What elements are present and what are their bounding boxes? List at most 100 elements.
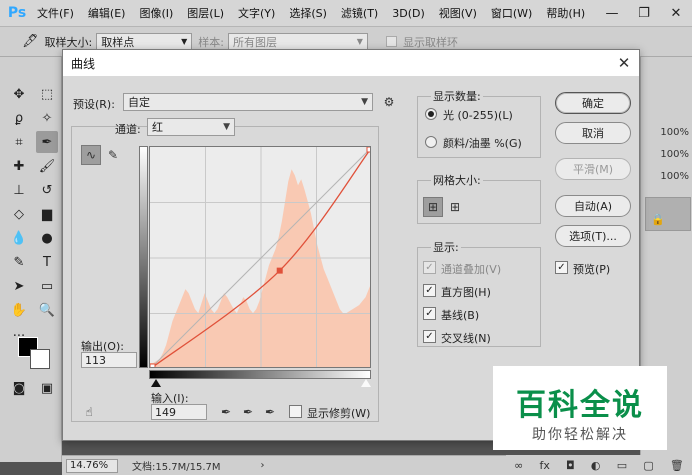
quick-mask-icon[interactable]: ◙: [8, 377, 30, 399]
chevron-down-icon: ▼: [223, 122, 230, 132]
eraser-tool-icon[interactable]: ◇: [8, 203, 30, 225]
menu-filter[interactable]: 滤镜(T): [334, 5, 385, 21]
flow-value[interactable]: 100%: [643, 167, 692, 185]
pigment-radio[interactable]: [425, 136, 437, 148]
menu-3d[interactable]: 3D(D): [385, 7, 432, 20]
screen-mode-icon[interactable]: ▣: [36, 377, 58, 399]
restore-button[interactable]: ❐: [628, 0, 660, 27]
channel-select[interactable]: 红 ▼: [147, 118, 235, 136]
menu-help[interactable]: 帮助(H): [539, 5, 592, 21]
gradient-tool-icon[interactable]: ▆: [36, 203, 58, 225]
curve-point[interactable]: [366, 147, 371, 153]
menu-type[interactable]: 文字(Y): [231, 5, 282, 21]
background-color-swatch[interactable]: [30, 349, 50, 369]
blur-tool-icon[interactable]: 💧: [8, 227, 30, 249]
menu-select[interactable]: 选择(S): [282, 5, 334, 21]
menu-image[interactable]: 图像(I): [132, 5, 180, 21]
pencil-draw-icon[interactable]: ✎: [103, 145, 123, 165]
simple-grid-icon[interactable]: ⊞: [423, 197, 443, 217]
cancel-button[interactable]: 取消: [555, 122, 631, 144]
smooth-button[interactable]: 平滑(M): [555, 158, 631, 180]
gray-eyedropper-icon[interactable]: ✒: [238, 402, 258, 422]
zoom-field[interactable]: 14.76%: [66, 458, 118, 473]
preset-label: 预设(R):: [73, 98, 115, 111]
menu-edit[interactable]: 编辑(E): [81, 5, 133, 21]
channel-label: 通道:: [115, 123, 141, 136]
black-point-slider[interactable]: [151, 379, 161, 387]
preset-options-gear-icon[interactable]: ⚙: [379, 92, 399, 112]
intersection-line-checkbox[interactable]: ✓: [423, 330, 436, 343]
sample-size-value: 取样点: [101, 35, 135, 49]
input-field[interactable]: 149: [151, 404, 207, 420]
menu-file[interactable]: 文件(F): [30, 5, 81, 21]
preset-select[interactable]: 自定 ▼: [123, 93, 373, 111]
black-eyedropper-icon[interactable]: ✒: [216, 402, 236, 422]
link-icon[interactable]: ∞: [514, 459, 523, 472]
white-eyedropper-icon[interactable]: ✒: [260, 402, 280, 422]
lasso-tool-icon[interactable]: ϼ: [8, 107, 30, 129]
new-layer-icon[interactable]: ▢: [643, 459, 653, 472]
window-controls: — ❐ ✕: [596, 0, 692, 27]
curve-point[interactable]: [150, 363, 156, 368]
preview-checkbox[interactable]: ✓: [555, 261, 568, 274]
curve-graph[interactable]: [149, 146, 371, 368]
on-image-adjust-hand-icon[interactable]: ☝: [79, 402, 99, 422]
healing-brush-tool-icon[interactable]: ✚: [8, 155, 30, 177]
baseline-checkbox[interactable]: ✓: [423, 307, 436, 320]
minimize-button[interactable]: —: [596, 0, 628, 27]
zoom-tool-icon[interactable]: 🔍: [36, 299, 58, 321]
move-tool-icon[interactable]: ✥: [8, 83, 30, 105]
close-icon[interactable]: ✕: [613, 52, 635, 74]
options-button[interactable]: 选项(T)...: [555, 225, 631, 247]
curve-edit-points-icon[interactable]: ∿: [81, 145, 101, 165]
rectangle-tool-icon[interactable]: ▭: [36, 275, 58, 297]
ok-button[interactable]: 确定: [555, 92, 631, 114]
show-ring-checkbox[interactable]: [385, 36, 397, 47]
detailed-grid-icon[interactable]: ⊞: [445, 197, 465, 217]
close-app-button[interactable]: ✕: [660, 0, 692, 27]
dialog-titlebar[interactable]: 曲线 ✕: [63, 50, 639, 76]
eyedropper-tool-icon[interactable]: ✒: [36, 131, 58, 153]
pen-tool-icon[interactable]: ✎: [8, 251, 30, 273]
auto-button[interactable]: 自动(A): [555, 195, 631, 217]
magic-wand-tool-icon[interactable]: ✧: [36, 107, 58, 129]
tools-panel: ✥ ⬚ ϼ ✧ ⌗ ✒ ✚ 🖌 ⊥ ↺ ◇ ▆ 💧 ● ✎ T ➤ ▭ ✋ 🔍 …: [0, 57, 62, 462]
fill-value[interactable]: 100%: [643, 145, 692, 163]
layers-panel-footer: ∞ fx ◘ ◐ ▭ ▢ 🗑: [506, 455, 692, 475]
marquee-tool-icon[interactable]: ⬚: [36, 83, 58, 105]
menu-layer[interactable]: 图层(L): [180, 5, 231, 21]
path-selection-tool-icon[interactable]: ➤: [8, 275, 30, 297]
hand-tool-icon[interactable]: ✋: [8, 299, 30, 321]
menu-view[interactable]: 视图(V): [432, 5, 484, 21]
trash-icon[interactable]: 🗑: [670, 459, 684, 472]
light-radio[interactable]: [425, 108, 437, 120]
clone-stamp-tool-icon[interactable]: ⊥: [8, 179, 30, 201]
menu-window[interactable]: 窗口(W): [484, 5, 539, 21]
white-point-slider[interactable]: [361, 379, 371, 387]
histogram-checkbox[interactable]: ✓: [423, 284, 436, 297]
brush-tool-icon[interactable]: 🖌: [36, 155, 58, 177]
type-tool-icon[interactable]: T: [36, 251, 58, 273]
output-gradient-bar: [139, 146, 148, 368]
input-gradient-bar: [149, 370, 371, 379]
chevron-right-icon[interactable]: ›: [261, 460, 265, 471]
show-clipping-checkbox[interactable]: [289, 405, 302, 418]
history-brush-tool-icon[interactable]: ↺: [36, 179, 58, 201]
folder-icon[interactable]: ▭: [617, 459, 627, 472]
dodge-tool-icon[interactable]: ●: [36, 227, 58, 249]
menu-bar: Ps 文件(F) 编辑(E) 图像(I) 图层(L) 文字(Y) 选择(S) 滤…: [0, 0, 692, 27]
preview-label: 预览(P): [573, 263, 611, 276]
crop-tool-icon[interactable]: ⌗: [8, 131, 30, 153]
eyedropper-preset-icon[interactable]: 🖋: [22, 34, 39, 49]
mask-icon[interactable]: ◘: [566, 459, 575, 472]
opacity-value[interactable]: 100%: [643, 123, 692, 141]
channel-overlays-checkbox[interactable]: ✓: [423, 261, 436, 274]
adjustment-icon[interactable]: ◐: [591, 459, 601, 472]
fx-icon[interactable]: fx: [539, 459, 549, 472]
output-field[interactable]: 113: [81, 352, 137, 368]
sample-select[interactable]: 所有图层 ▼: [227, 32, 368, 51]
display-amount-title: 显示数量:: [431, 88, 483, 104]
selected-curve-point[interactable]: [276, 267, 283, 274]
chevron-down-icon: ▼: [181, 37, 188, 46]
sample-size-select[interactable]: 取样点 ▼: [96, 32, 193, 51]
